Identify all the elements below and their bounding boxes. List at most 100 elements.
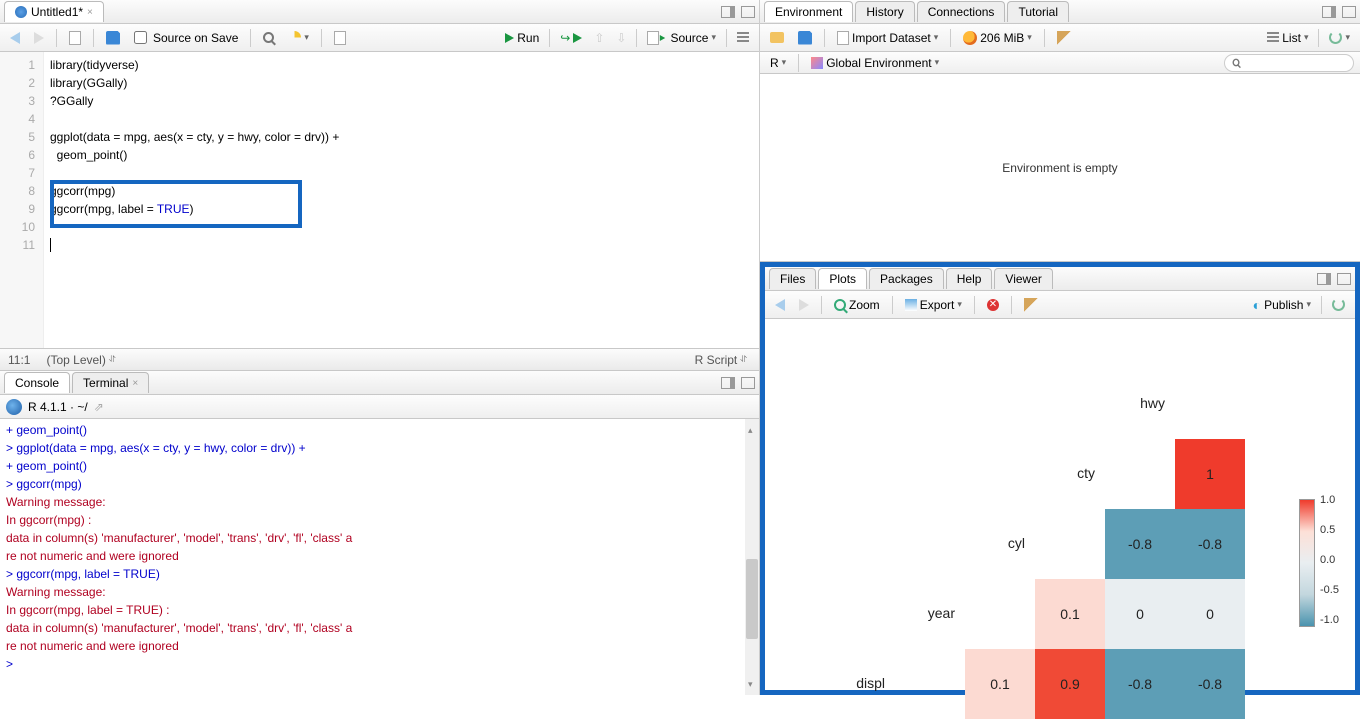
gutter: 1234567891011 xyxy=(0,52,44,348)
maximize-icon[interactable] xyxy=(741,377,755,389)
tab-history[interactable]: History xyxy=(855,1,914,22)
zoom-button[interactable]: Zoom xyxy=(830,297,884,313)
back-nav-button[interactable] xyxy=(6,31,24,45)
r-scope-button[interactable]: R ▾ xyxy=(766,55,790,71)
fwd-nav-button[interactable] xyxy=(30,31,48,45)
find-button[interactable] xyxy=(259,31,278,44)
compile-button[interactable] xyxy=(330,30,350,46)
publish-button[interactable]: ◐ Publish ▾ xyxy=(1249,296,1315,314)
mem-button[interactable]: 206 MiB▾ xyxy=(959,30,1036,46)
minimize-icon[interactable] xyxy=(1317,273,1331,285)
tab-title: Untitled1* xyxy=(31,5,83,19)
popout-icon[interactable]: ⇗ xyxy=(94,400,104,414)
corr-cell: 0.1 xyxy=(1035,579,1105,649)
source-on-save[interactable]: Source on Save xyxy=(130,30,242,46)
source-menu-button[interactable]: Source ▾ xyxy=(643,30,720,46)
tab-viewer[interactable]: Viewer xyxy=(994,268,1052,289)
remove-plot-button[interactable]: ✕ xyxy=(983,298,1003,312)
corr-cell: 0 xyxy=(1175,579,1245,649)
scrollbar[interactable]: ▴ ▾ xyxy=(745,419,759,695)
memory-icon xyxy=(963,31,977,45)
tab-plots[interactable]: Plots xyxy=(818,268,867,289)
console-banner: R 4.1.1 · ~/ xyxy=(28,400,88,414)
play-icon xyxy=(660,35,665,41)
minimize-icon[interactable] xyxy=(721,6,735,18)
tab-packages[interactable]: Packages xyxy=(869,268,944,289)
save-ws-button[interactable] xyxy=(794,30,816,46)
source-toolbar: Source on Save ▾ Run ↪ ⇧ ⇩ So xyxy=(0,24,759,52)
load-ws-button[interactable] xyxy=(766,31,788,44)
console-output[interactable]: + geom_point()> ggplot(data = mpg, aes(x… xyxy=(0,419,759,695)
broom-icon xyxy=(1024,298,1038,312)
refresh-plot-button[interactable] xyxy=(1328,297,1349,312)
clear-button[interactable] xyxy=(1053,30,1075,46)
scroll-thumb[interactable] xyxy=(746,559,758,639)
broom-icon xyxy=(1057,31,1071,45)
env-body: Environment is empty xyxy=(760,74,1360,261)
show-doc-button[interactable] xyxy=(65,30,85,46)
minimize-icon[interactable] xyxy=(1322,6,1336,18)
plot-canvas: 1.00.50.0-0.5-1.0 displyearcylctyhwy0.10… xyxy=(765,319,1355,690)
plot-back-button[interactable] xyxy=(771,298,789,312)
notebook-icon xyxy=(334,31,346,45)
env-tabbar: Environment History Connections Tutorial xyxy=(760,0,1360,24)
legend: 1.00.50.0-0.5-1.0 xyxy=(1299,499,1315,627)
filetype-dropdown[interactable]: R Script ⥯ xyxy=(691,352,751,368)
scope-dropdown[interactable]: (Top Level) ⥯ xyxy=(42,352,119,368)
env-scope-button[interactable]: Global Environment ▾ xyxy=(807,55,943,71)
source-on-save-checkbox[interactable] xyxy=(134,31,147,44)
cursor-pos: 11:1 xyxy=(8,353,30,367)
outline-button[interactable] xyxy=(733,31,753,45)
save-button[interactable] xyxy=(102,30,124,46)
close-icon[interactable]: × xyxy=(87,7,93,18)
refresh-button[interactable]: ▾ xyxy=(1325,30,1354,45)
list-icon xyxy=(1267,32,1279,44)
env-toolbar: Import Dataset▾ 206 MiB▾ List ▾ ▾ xyxy=(760,24,1360,52)
var-label: cty xyxy=(1035,465,1095,481)
view-mode-button[interactable]: List ▾ xyxy=(1263,30,1312,46)
source-tabbar: Untitled1* × xyxy=(0,0,759,24)
code-area[interactable]: library(tidyverse)library(GGally)?GGally… xyxy=(44,52,759,348)
var-label: hwy xyxy=(1105,395,1165,411)
wand-button[interactable]: ▾ xyxy=(284,30,313,45)
up-section-button[interactable]: ⇧ xyxy=(590,30,608,46)
maximize-icon[interactable] xyxy=(1337,273,1351,285)
editor[interactable]: 1234567891011 library(tidyverse)library(… xyxy=(0,52,759,348)
tab-environment[interactable]: Environment xyxy=(764,1,853,22)
tab-terminal[interactable]: Terminal× xyxy=(72,372,149,393)
maximize-icon[interactable] xyxy=(1342,6,1356,18)
import-dataset-button[interactable]: Import Dataset▾ xyxy=(833,30,942,46)
plot-fwd-button[interactable] xyxy=(795,298,813,312)
source-tab[interactable]: Untitled1* × xyxy=(4,1,104,22)
tab-help[interactable]: Help xyxy=(946,268,993,289)
var-label: year xyxy=(895,605,955,621)
clear-plots-button[interactable] xyxy=(1020,297,1042,313)
refresh-icon xyxy=(1329,31,1342,44)
corr-cell: -0.8 xyxy=(1175,509,1245,579)
corr-cell: 0 xyxy=(1105,579,1175,649)
tab-tutorial[interactable]: Tutorial xyxy=(1007,1,1069,22)
arrow-right-icon xyxy=(799,299,809,311)
down-section-button[interactable]: ⇩ xyxy=(612,30,630,46)
corr-cell: 1 xyxy=(1175,439,1245,509)
run-button[interactable]: Run xyxy=(501,30,543,46)
tab-connections[interactable]: Connections xyxy=(917,1,1006,22)
doc-icon xyxy=(69,31,81,45)
refresh-icon xyxy=(1332,298,1345,311)
save-icon xyxy=(798,31,812,45)
tab-console[interactable]: Console xyxy=(4,372,70,393)
minimize-icon[interactable] xyxy=(721,377,735,389)
corr-cell: 0.1 xyxy=(965,649,1035,719)
wand-icon xyxy=(288,31,301,44)
env-search[interactable] xyxy=(1224,54,1354,72)
env-search-input[interactable] xyxy=(1244,57,1347,69)
rerun-button[interactable]: ↪ xyxy=(556,30,586,46)
console-toolbar: R 4.1.1 · ~/ ⇗ xyxy=(0,395,759,419)
export-button[interactable]: Export ▾ xyxy=(901,297,966,313)
search-icon xyxy=(263,32,274,43)
tab-files[interactable]: Files xyxy=(769,268,816,289)
arrow-left-icon xyxy=(10,32,20,44)
search-icon xyxy=(1233,59,1240,67)
maximize-icon[interactable] xyxy=(741,6,755,18)
play-icon xyxy=(505,33,514,43)
